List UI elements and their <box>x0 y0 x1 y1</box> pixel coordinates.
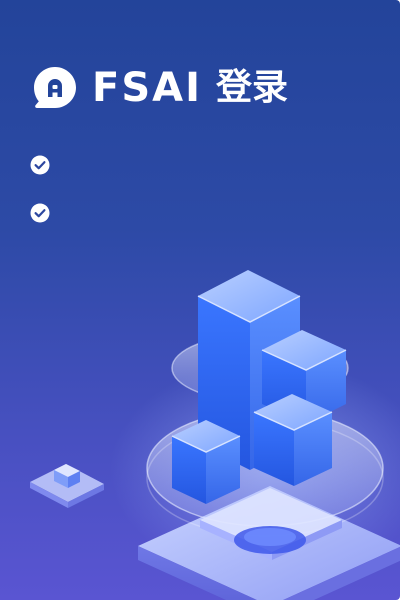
login-side-panel: FSAI 登录 <box>0 0 400 600</box>
right-lower-cube <box>253 394 333 486</box>
left-cube <box>171 420 241 504</box>
isometric-cubes-illustration <box>30 270 400 600</box>
floating-tile <box>30 464 104 508</box>
